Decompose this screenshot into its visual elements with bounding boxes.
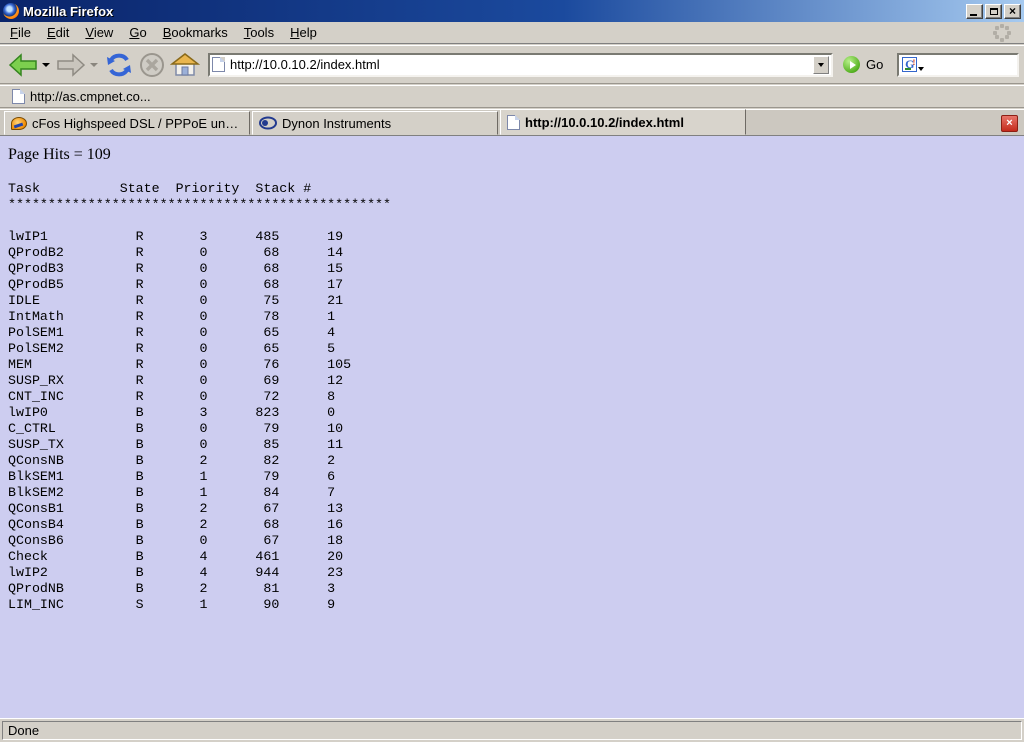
menu-item-help[interactable]: Help bbox=[282, 22, 325, 43]
back-button[interactable] bbox=[6, 48, 40, 82]
restore-icon bbox=[990, 8, 998, 15]
back-dropdown-caret[interactable] bbox=[42, 63, 50, 67]
status-bar: Done bbox=[0, 718, 1024, 742]
table-row: SUSP_RX R 0 69 12 bbox=[8, 373, 1024, 389]
table-row: MEM R 0 76 105 bbox=[8, 357, 1024, 373]
firefox-icon bbox=[3, 3, 19, 19]
table-row: SUSP_TX B 0 85 11 bbox=[8, 437, 1024, 453]
menu-item-tools[interactable]: Tools bbox=[236, 22, 282, 43]
url-bar[interactable]: http://10.0.10.2/index.html bbox=[208, 53, 833, 77]
url-input[interactable]: http://10.0.10.2/index.html bbox=[225, 57, 813, 72]
menu-item-bookmarks[interactable]: Bookmarks bbox=[155, 22, 236, 43]
table-row: QProdB5 R 0 68 17 bbox=[8, 277, 1024, 293]
bookmark-page-icon bbox=[12, 89, 25, 104]
table-row: Check B 4 461 20 bbox=[8, 549, 1024, 565]
table-row: BlkSEM1 B 1 79 6 bbox=[8, 469, 1024, 485]
tab-label: Dynon Instruments bbox=[282, 116, 391, 131]
menu-item-edit[interactable]: Edit bbox=[39, 22, 77, 43]
table-row: IDLE R 0 75 21 bbox=[8, 293, 1024, 309]
dynon-favicon-icon bbox=[259, 116, 277, 130]
forward-arrow-icon bbox=[56, 53, 86, 77]
tab-label: http://10.0.10.2/index.html bbox=[525, 115, 684, 130]
menu-item-file[interactable]: File bbox=[2, 22, 39, 43]
forward-dropdown-caret[interactable] bbox=[90, 63, 98, 67]
menubar: FileEditViewGoBookmarksToolsHelp bbox=[0, 22, 1024, 44]
blank-line bbox=[8, 213, 1024, 229]
url-dropdown-button[interactable] bbox=[813, 56, 829, 74]
tab-label: cFos Highspeed DSL / PPPoE und ISDN CAP.… bbox=[32, 116, 243, 131]
table-row: IntMath R 0 78 1 bbox=[8, 309, 1024, 325]
go-label[interactable]: Go bbox=[866, 57, 883, 72]
menu-item-go[interactable]: Go bbox=[121, 22, 154, 43]
forward-button[interactable] bbox=[54, 48, 88, 82]
reload-button[interactable] bbox=[102, 48, 136, 82]
table-row: lwIP0 B 3 823 0 bbox=[8, 405, 1024, 421]
chevron-down-icon bbox=[818, 63, 824, 67]
table-row: QProdB3 R 0 68 15 bbox=[8, 261, 1024, 277]
table-row: lwIP2 B 4 944 23 bbox=[8, 565, 1024, 581]
table-row: C_CTRL B 0 79 10 bbox=[8, 421, 1024, 437]
throbber-icon bbox=[990, 24, 1014, 42]
table-row: PolSEM1 R 0 65 4 bbox=[8, 325, 1024, 341]
bookmark-item[interactable]: http://as.cmpnet.co... bbox=[6, 87, 157, 106]
bookmarks-toolbar: http://as.cmpnet.co... bbox=[0, 85, 1024, 108]
back-arrow-icon bbox=[8, 53, 38, 77]
navigation-toolbar: http://10.0.10.2/index.html Go G! bbox=[0, 45, 1024, 84]
go-play-icon bbox=[850, 61, 856, 69]
page-content: Page Hits = 109 Task State Priority Stac… bbox=[0, 136, 1024, 718]
table-row: CNT_INC R 0 72 8 bbox=[8, 389, 1024, 405]
window-title: Mozilla Firefox bbox=[23, 4, 113, 19]
search-engine-caret[interactable] bbox=[918, 67, 924, 71]
google-logo-icon[interactable]: G! bbox=[902, 57, 917, 72]
restore-button[interactable] bbox=[985, 4, 1002, 19]
page-icon bbox=[212, 57, 225, 72]
menu-item-view[interactable]: View bbox=[77, 22, 121, 43]
table-row: PolSEM2 R 0 65 5 bbox=[8, 341, 1024, 357]
table-header: Task State Priority Stack # bbox=[8, 181, 1024, 197]
table-row: QConsB1 B 2 67 13 bbox=[8, 501, 1024, 517]
home-icon bbox=[170, 52, 200, 78]
minimize-icon bbox=[970, 14, 977, 16]
table-row: lwIP1 R 3 485 19 bbox=[8, 229, 1024, 245]
bookmark-label: http://as.cmpnet.co... bbox=[30, 89, 151, 104]
tab-3-active[interactable]: http://10.0.10.2/index.html bbox=[500, 109, 746, 135]
status-text: Done bbox=[2, 721, 1022, 740]
reload-icon bbox=[104, 51, 134, 79]
table-row: BlkSEM2 B 1 84 7 bbox=[8, 485, 1024, 501]
cfos-favicon-icon bbox=[11, 117, 27, 130]
go-button[interactable] bbox=[843, 56, 860, 73]
page-favicon-icon bbox=[507, 115, 520, 130]
page-hits-text: Page Hits = 109 bbox=[8, 146, 1024, 164]
stop-button[interactable] bbox=[136, 48, 168, 82]
search-input[interactable]: G! bbox=[897, 53, 1019, 77]
table-separator: ****************************************… bbox=[8, 197, 1024, 213]
stop-icon bbox=[138, 51, 166, 79]
table-row: LIM_INC S 1 90 9 bbox=[8, 597, 1024, 613]
table-row: QConsNB B 2 82 2 bbox=[8, 453, 1024, 469]
task-table: Task State Priority Stack #*************… bbox=[8, 181, 1024, 613]
close-button[interactable]: × bbox=[1004, 4, 1021, 19]
minimize-button[interactable] bbox=[966, 4, 983, 19]
home-button[interactable] bbox=[168, 48, 202, 82]
tab-2[interactable]: Dynon Instruments bbox=[252, 111, 498, 135]
table-row: QProdB2 R 0 68 14 bbox=[8, 245, 1024, 261]
tab-1[interactable]: cFos Highspeed DSL / PPPoE und ISDN CAP.… bbox=[4, 111, 250, 135]
table-row: QProdNB B 2 81 3 bbox=[8, 581, 1024, 597]
close-icon: × bbox=[1009, 5, 1016, 17]
tab-bar: cFos Highspeed DSL / PPPoE und ISDN CAP.… bbox=[0, 109, 1024, 136]
table-row: QConsB6 B 0 67 18 bbox=[8, 533, 1024, 549]
titlebar: Mozilla Firefox × bbox=[0, 0, 1024, 22]
close-tab-button[interactable]: × bbox=[1001, 115, 1018, 132]
table-row: QConsB4 B 2 68 16 bbox=[8, 517, 1024, 533]
